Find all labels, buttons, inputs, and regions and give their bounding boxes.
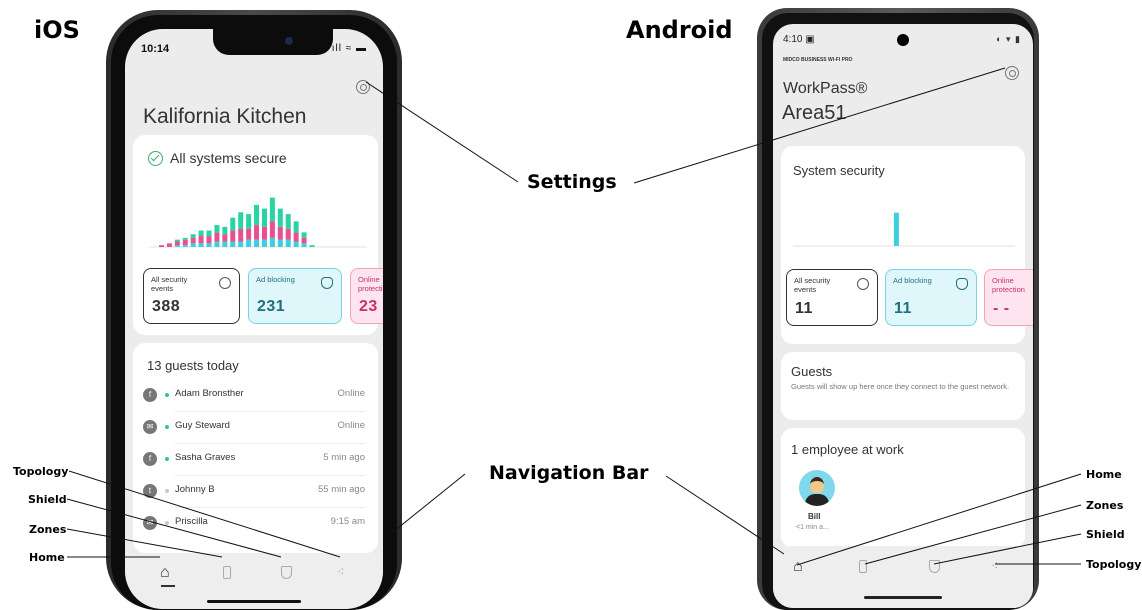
topology-label-right: Topology: [1086, 558, 1142, 571]
leader-zones-android: [864, 504, 1082, 565]
home-label-left: Home: [29, 551, 65, 564]
zones-label-right: Zones: [1086, 499, 1124, 512]
callout-lines: [66, 67, 1082, 566]
leader-settings-ios: [365, 81, 519, 183]
settings-callout: Settings: [527, 171, 617, 193]
leader-topology: [68, 470, 341, 558]
leader-home-android: [796, 473, 1082, 566]
shield-label-right: Shield: [1086, 528, 1125, 541]
navigation-bar-callout: Navigation Bar: [489, 462, 649, 484]
leader-nav-android: [665, 475, 785, 555]
topology-label-left: Topology: [13, 465, 69, 478]
shield-label-left: Shield: [28, 493, 67, 506]
leader-nav-ios: [382, 473, 466, 541]
home-label-right: Home: [1086, 468, 1122, 481]
leader-zones: [66, 528, 223, 558]
leader-shield-android: [933, 533, 1082, 565]
leader-settings-android: [633, 67, 1006, 184]
zones-label-left: Zones: [29, 523, 67, 536]
